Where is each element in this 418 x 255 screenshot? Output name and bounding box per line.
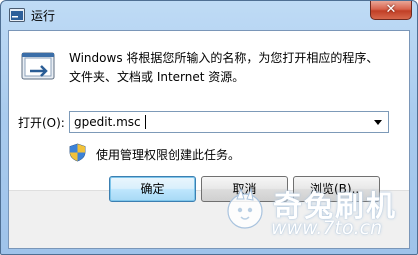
text-caret (145, 115, 146, 129)
description-line-1: Windows 将根据您所输入的名称，为您打开相应的程序、 (69, 51, 379, 65)
dialog-description: Windows 将根据您所输入的名称，为您打开相应的程序、 文件夹、文档或 In… (69, 49, 399, 87)
cancel-button[interactable]: 取消 (201, 176, 288, 202)
dialog-content: Windows 将根据您所输入的名称，为您打开相应的程序、 文件夹、文档或 In… (8, 30, 410, 249)
run-dialog-icon (9, 8, 25, 22)
uac-shield-icon (69, 143, 86, 162)
admin-note-text: 使用管理权限创建此任务。 (96, 148, 241, 162)
window-title: 运行 (31, 9, 56, 23)
run-dialog-window: 运行 ✕ Windows 将根据您所输入的名称，为您打开相应的程序、 文件夹、文… (0, 0, 418, 255)
title-bar[interactable]: 运行 ✕ (1, 1, 417, 29)
ok-button[interactable]: 确定 (109, 176, 196, 202)
command-input[interactable] (70, 112, 366, 132)
run-program-icon (21, 52, 55, 80)
open-label: 打开(O): (18, 116, 65, 130)
close-icon: ✕ (385, 2, 397, 17)
description-line-2: 文件夹、文档或 Internet 资源。 (69, 70, 245, 84)
command-combobox[interactable] (69, 111, 389, 133)
close-button[interactable]: ✕ (370, 1, 412, 20)
browse-button[interactable]: 浏览(B)... (293, 176, 380, 202)
chevron-down-icon[interactable] (370, 114, 386, 130)
